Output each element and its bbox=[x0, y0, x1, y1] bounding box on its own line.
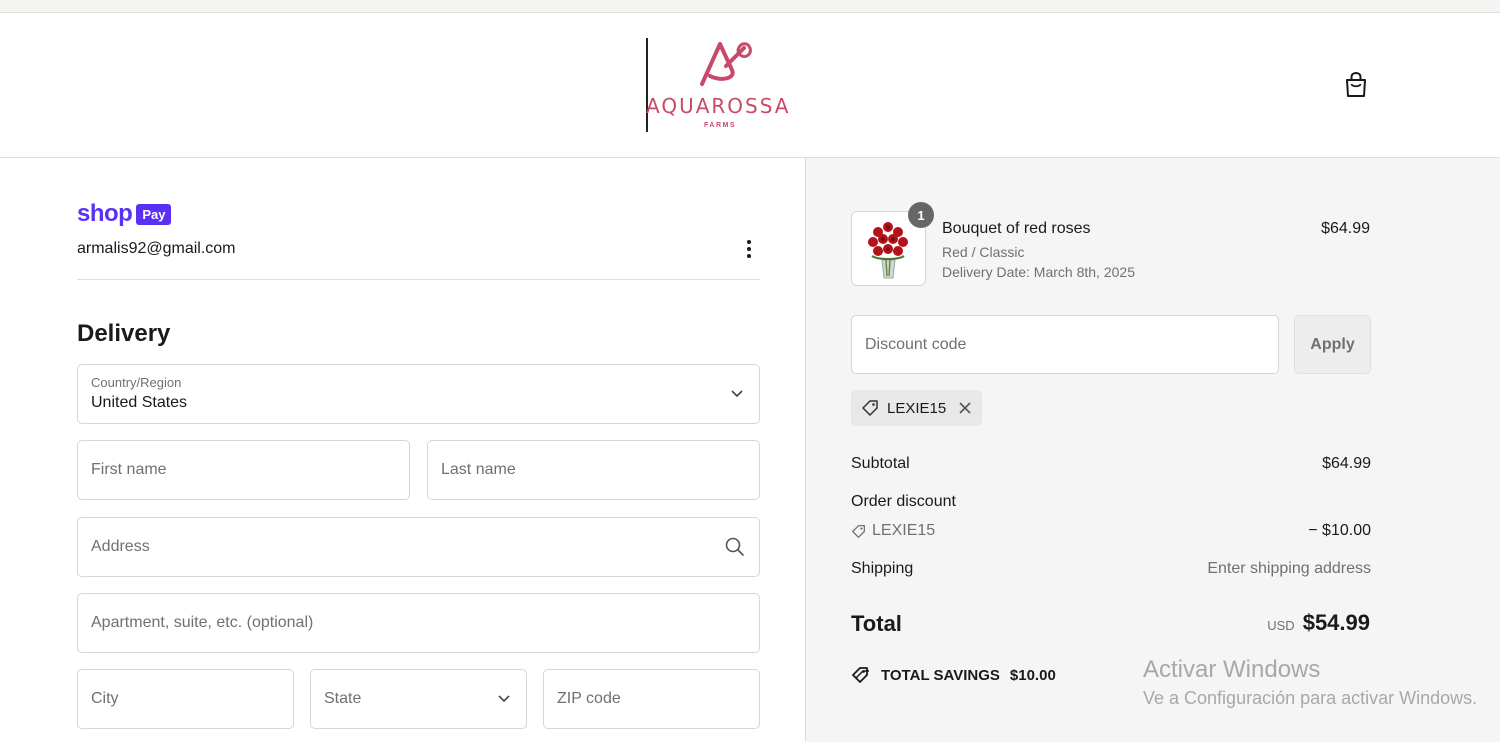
chevron-down-icon bbox=[498, 695, 510, 703]
apply-discount-button[interactable]: Apply bbox=[1294, 315, 1371, 374]
subtotal-row: Subtotal $64.99 bbox=[851, 455, 1371, 473]
shop-word: shop bbox=[77, 200, 133, 227]
city-placeholder: City bbox=[91, 690, 119, 707]
applied-discount-chip: LEXIE15 bbox=[851, 390, 982, 426]
brand-name: AQUAROSSA bbox=[646, 94, 791, 118]
delivery-heading: Delivery bbox=[77, 320, 171, 347]
shopping-bag-icon[interactable] bbox=[1343, 71, 1369, 99]
brand-subtitle: FARMS bbox=[704, 122, 736, 129]
watermark-subtitle: Ve a Configuración para activar Windows. bbox=[1143, 688, 1478, 708]
total-value: $54.99 bbox=[1302, 610, 1370, 635]
address-field[interactable]: Address bbox=[77, 517, 760, 577]
product-variant: Red / Classic bbox=[942, 244, 1025, 260]
product-price: $64.99 bbox=[1321, 220, 1370, 237]
brand-logo[interactable]: AQUAROSSA FARMS bbox=[640, 38, 810, 138]
apartment-placeholder: Apartment, suite, etc. (optional) bbox=[91, 614, 314, 631]
first-name-placeholder: First name bbox=[91, 461, 167, 478]
zip-placeholder: ZIP code bbox=[557, 690, 621, 707]
account-email: armalis92@gmail.com bbox=[77, 240, 236, 257]
last-name-placeholder: Last name bbox=[441, 461, 516, 478]
savings-label: TOTAL SAVINGS bbox=[881, 666, 1000, 684]
watermark-title: Activar Windows bbox=[1143, 656, 1321, 683]
divider bbox=[77, 279, 760, 280]
subtotal-value: $64.99 bbox=[1322, 455, 1371, 472]
currency-code: USD bbox=[1267, 618, 1295, 633]
browser-top-strip bbox=[0, 0, 1500, 13]
tag-icon bbox=[862, 400, 878, 416]
order-discount-row: Order discount bbox=[851, 493, 1371, 511]
shipping-label: Shipping bbox=[851, 560, 914, 577]
shipping-row: Shipping Enter shipping address bbox=[851, 560, 1371, 578]
country-label: Country/Region bbox=[91, 375, 182, 390]
checkout-form-panel: shop Pay armalis92@gmail.com Delivery Co… bbox=[0, 158, 805, 742]
savings-tag-icon bbox=[852, 667, 869, 683]
product-delivery-date: Delivery Date: March 8th, 2025 bbox=[942, 264, 1135, 280]
windows-activation-watermark: Activar Windows Ve a Configuración para … bbox=[1143, 656, 1477, 709]
discount-code-row: LEXIE15 − $10.00 bbox=[851, 522, 1371, 544]
savings-value: $10.00 bbox=[1009, 666, 1056, 684]
apartment-field[interactable]: Apartment, suite, etc. (optional) bbox=[77, 593, 760, 653]
tag-icon bbox=[852, 524, 865, 538]
state-placeholder: State bbox=[324, 690, 362, 707]
discount-code-info: LEXIE15 bbox=[851, 522, 935, 540]
applied-code: LEXIE15 bbox=[887, 399, 947, 417]
search-icon bbox=[725, 537, 745, 557]
logo-rose-mark bbox=[700, 42, 752, 86]
more-options-icon[interactable] bbox=[739, 238, 759, 260]
order-discount-label: Order discount bbox=[851, 493, 956, 510]
shipping-value: Enter shipping address bbox=[1207, 560, 1371, 577]
address-placeholder: Address bbox=[91, 538, 150, 555]
total-savings: TOTAL SAVINGS $10.00 bbox=[851, 666, 1056, 684]
discount-code-name: LEXIE15 bbox=[872, 522, 936, 539]
pay-badge: Pay bbox=[136, 203, 172, 225]
quantity-badge: 1 bbox=[908, 202, 934, 228]
country-value: United States bbox=[91, 394, 188, 411]
city-field[interactable]: City bbox=[77, 669, 294, 729]
first-name-field[interactable]: First name bbox=[77, 440, 410, 500]
total-amount: USD $54.99 bbox=[1267, 610, 1370, 636]
last-name-field[interactable]: Last name bbox=[427, 440, 760, 500]
product-name: Bouquet of red roses bbox=[942, 220, 1091, 237]
discount-placeholder: Discount code bbox=[865, 335, 967, 353]
state-select[interactable]: State bbox=[310, 669, 527, 729]
shop-pay-logo: shop Pay bbox=[77, 200, 172, 228]
checkout-header: AQUAROSSA FARMS bbox=[0, 13, 1500, 158]
country-select[interactable]: Country/Region United States bbox=[77, 364, 760, 424]
order-summary-panel: 1 Bouquet of red roses Red / Classic Del… bbox=[805, 158, 1500, 742]
remove-discount-icon[interactable] bbox=[958, 401, 972, 415]
chevron-down-icon bbox=[731, 390, 743, 398]
discount-value: − $10.00 bbox=[1308, 522, 1371, 539]
discount-code-input[interactable]: Discount code bbox=[851, 315, 1279, 374]
subtotal-label: Subtotal bbox=[851, 455, 910, 472]
zip-field[interactable]: ZIP code bbox=[543, 669, 760, 729]
total-label: Total bbox=[851, 611, 902, 636]
